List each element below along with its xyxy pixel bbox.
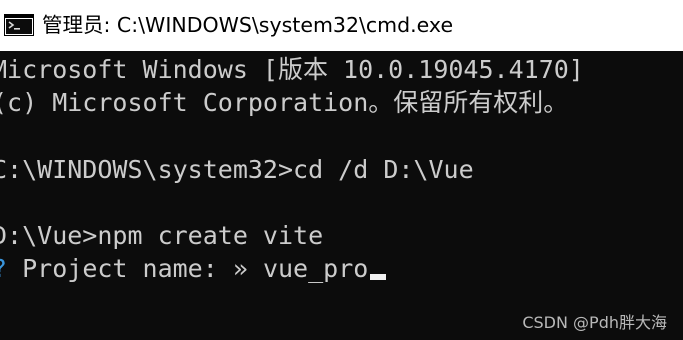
- csdn-watermark: CSDN @Pdh胖大海: [522, 313, 667, 332]
- window-titlebar[interactable]: 管理员: C:\WINDOWS\system32\cmd.exe: [0, 0, 683, 51]
- console-line: C:\WINDOWS\system32>cd /d D:\Vue: [0, 155, 474, 184]
- prompt-label: Project name: »: [7, 254, 263, 283]
- console-line: D:\Vue>npm create vite: [0, 221, 324, 250]
- question-mark-icon: ?: [0, 254, 7, 283]
- console-output[interactable]: Microsoft Windows [版本 10.0.19045.4170] (…: [0, 51, 683, 340]
- text-cursor: [370, 274, 387, 280]
- console-line: Microsoft Windows [版本 10.0.19045.4170]: [0, 55, 584, 84]
- window-title: 管理员: C:\WINDOWS\system32\cmd.exe: [42, 13, 454, 37]
- project-name-prompt[interactable]: ? Project name: » vue_pro: [0, 252, 387, 285]
- console-line: (c) Microsoft Corporation。保留所有权利。: [0, 88, 569, 117]
- cmd-icon: [4, 14, 34, 36]
- cmd-window: 管理员: C:\WINDOWS\system32\cmd.exe Microso…: [0, 0, 683, 340]
- project-name-input[interactable]: vue_pro: [263, 254, 368, 283]
